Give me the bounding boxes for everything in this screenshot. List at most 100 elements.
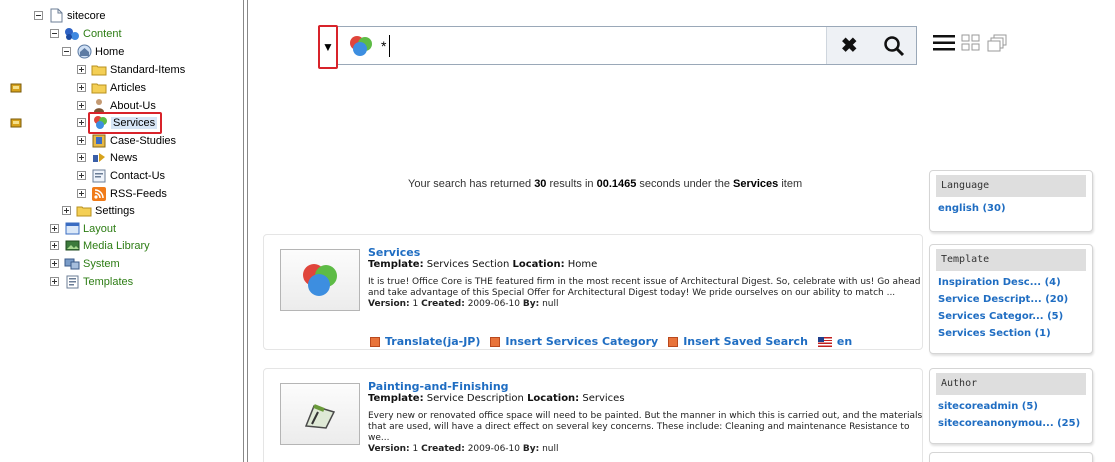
facet-title: Language	[936, 175, 1086, 197]
expand-icon[interactable]	[77, 189, 86, 198]
tree-item-articles[interactable]: Articles	[77, 79, 146, 96]
home-icon	[76, 44, 92, 60]
facet-item[interactable]: english (30)	[938, 200, 1092, 217]
expand-icon[interactable]	[77, 136, 86, 145]
facet-title: Author	[936, 373, 1086, 395]
folder-icon	[91, 80, 107, 96]
result-meta: Template: Service Description Location: …	[368, 393, 625, 404]
facet-template: Template Inspiration Desc... (4) Service…	[929, 244, 1093, 354]
panel-splitter[interactable]	[243, 0, 248, 462]
layout-icon	[64, 221, 80, 237]
expand-icon[interactable]	[50, 241, 59, 250]
tree-item-system[interactable]: System	[50, 255, 120, 272]
tree-item-contact-us[interactable]: Contact-Us	[77, 167, 165, 184]
tree-item-rss-feeds[interactable]: RSS-Feeds	[77, 185, 167, 202]
grid-view-icon[interactable]	[961, 34, 981, 55]
result-meta: Template: Services Section Location: Hom…	[368, 259, 598, 270]
warning-icon	[10, 117, 22, 129]
collapse-icon[interactable]	[34, 11, 43, 20]
result-title[interactable]: Services	[368, 247, 923, 259]
clear-icon[interactable]: ✖	[837, 34, 861, 58]
expand-icon[interactable]	[77, 118, 86, 127]
facet-item[interactable]: sitecoreanonymou... (25)	[938, 415, 1092, 432]
result-version: Version: 1 Created: 2009-06-10 By: null	[368, 299, 559, 309]
insert-services-category-action[interactable]: Insert Services Category	[490, 335, 658, 348]
result-description: Every new or renovated office space will…	[368, 411, 923, 443]
facet-language: Language english (30)	[929, 170, 1093, 232]
tree-item-case-studies[interactable]: Case-Studies	[77, 132, 176, 149]
expand-icon[interactable]	[77, 83, 86, 92]
news-icon	[91, 150, 107, 166]
facet-item[interactable]: Services Categor... (5)	[938, 308, 1092, 325]
search-icon[interactable]	[882, 34, 906, 58]
search-summary: Your search has returned 30 results in 0…	[408, 178, 803, 190]
expand-icon[interactable]	[50, 259, 59, 268]
facet-item[interactable]: Services Section (1)	[938, 325, 1092, 342]
expand-icon[interactable]	[77, 171, 86, 180]
search-buttons: ✖	[826, 27, 916, 64]
services-icon	[92, 115, 108, 131]
result-title[interactable]: Painting-and-Finishing	[368, 381, 923, 393]
search-bar: ▼ ✖	[318, 25, 917, 69]
facet-title: Template	[936, 249, 1086, 271]
tree-item-media-library[interactable]: Media Library	[50, 237, 150, 254]
tree-item-home[interactable]: Home	[62, 43, 124, 60]
action-icon	[370, 336, 380, 347]
expand-icon[interactable]	[62, 206, 71, 215]
selected-node-highlight: Services	[88, 111, 163, 134]
insert-saved-search-action[interactable]: Insert Saved Search	[668, 335, 808, 348]
folder-icon	[91, 62, 107, 78]
collapse-icon[interactable]	[62, 47, 71, 56]
language-action[interactable]: en	[817, 335, 852, 348]
dropdown-arrow-icon: ▼	[322, 40, 334, 54]
result-card: Painting-and-Finishing Template: Service…	[263, 368, 923, 462]
search-input[interactable]	[381, 33, 821, 59]
content-icon	[64, 26, 80, 42]
tree-item-standard-items[interactable]: Standard-Items	[77, 61, 185, 78]
collapse-icon[interactable]	[50, 29, 59, 38]
tree-item-layout[interactable]: Layout	[50, 220, 116, 237]
tree-item-templates[interactable]: Templates	[50, 273, 133, 290]
content-tree: sitecore Content Home Standard-Items Art…	[25, 0, 242, 462]
result-body: Painting-and-Finishing Template: Service…	[368, 381, 923, 455]
us-flag-icon	[817, 336, 832, 347]
facet-item[interactable]: sitecoreadmin (5)	[938, 398, 1092, 415]
expand-icon[interactable]	[77, 65, 86, 74]
result-body: Services Template: Services Section Loca…	[368, 247, 923, 310]
list-view-icon[interactable]	[933, 34, 955, 55]
expand-icon[interactable]	[77, 153, 86, 162]
action-icon	[490, 336, 501, 347]
result-card: Services Template: Services Section Loca…	[263, 234, 923, 350]
contact-form-icon	[91, 168, 107, 184]
media-icon	[64, 238, 80, 254]
search-dropdown-button[interactable]: ▼	[318, 25, 338, 69]
result-thumbnail[interactable]	[280, 383, 360, 445]
tree-item-content[interactable]: Content	[50, 25, 122, 42]
expand-icon[interactable]	[50, 277, 59, 286]
template-icon	[64, 274, 80, 290]
action-icon	[668, 336, 679, 347]
view-switcher	[933, 34, 1007, 55]
tree-item-services[interactable]: Services	[77, 111, 163, 134]
facet-author: Author sitecoreadmin (5) sitecoreanonymo…	[929, 368, 1093, 444]
case-studies-icon	[91, 133, 107, 149]
warning-icon	[10, 82, 22, 94]
result-version: Version: 1 Created: 2009-06-10 By: null	[368, 444, 559, 454]
tree-item-sitecore[interactable]: sitecore	[34, 7, 106, 24]
tree-item-news[interactable]: News	[77, 149, 138, 166]
result-description: It is true! Office Core is THE featured …	[368, 277, 921, 298]
expand-icon[interactable]	[50, 224, 59, 233]
result-thumbnail[interactable]	[280, 249, 360, 311]
folder-icon	[76, 203, 92, 219]
facet-item[interactable]: Service Descript... (20)	[938, 291, 1092, 308]
translate-action[interactable]: Translate(ja-JP)	[370, 335, 480, 348]
result-actions: Translate(ja-JP) Insert Services Categor…	[370, 335, 852, 348]
expand-icon[interactable]	[77, 101, 86, 110]
tree-item-settings[interactable]: Settings	[62, 202, 135, 219]
system-icon	[64, 256, 80, 272]
services-icon	[347, 34, 375, 58]
text-cursor	[389, 35, 390, 57]
gallery-view-icon[interactable]	[987, 34, 1007, 55]
rss-icon	[91, 186, 107, 202]
facet-item[interactable]: Inspiration Desc... (4)	[938, 274, 1092, 291]
